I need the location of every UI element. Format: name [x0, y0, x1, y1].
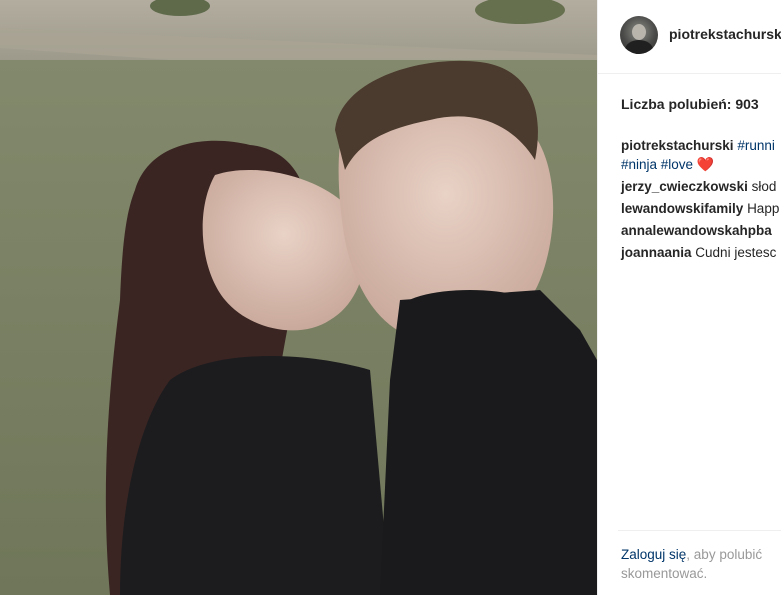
caption: piotrekstachurski #runni — [621, 136, 781, 155]
login-link[interactable]: Zaloguj się — [621, 547, 686, 562]
post-side-panel: piotrekstachurski Liczba polubień: 903 p… — [597, 0, 781, 595]
heart-emoji-icon: ❤️ — [696, 156, 715, 172]
comment-author-link[interactable]: annalewandowskahpba — [621, 223, 772, 238]
comment-text: Cudni jestesc — [695, 245, 777, 260]
comments-list: piotrekstachurski #runni #ninja #love ❤️… — [621, 136, 781, 265]
login-prompt: Zaloguj się, aby polubić skomentować. — [621, 545, 781, 583]
hashtag-link[interactable]: #ninja — [621, 157, 657, 172]
avatar[interactable] — [620, 16, 658, 54]
caption-continued: #ninja #love ❤️ — [621, 155, 781, 174]
hashtag-link[interactable]: #runni — [737, 138, 775, 153]
post-header: piotrekstachurski — [598, 0, 781, 74]
caption-author-link[interactable]: piotrekstachurski — [621, 138, 734, 153]
likes-count: Liczba polubień: 903 — [621, 96, 759, 112]
avatar-face — [632, 24, 646, 40]
comment-author-link[interactable]: jerzy_cwieczkowski — [621, 179, 748, 194]
hashtag-link[interactable]: #love — [661, 157, 693, 172]
login-prompt-text: , aby polubić — [686, 547, 763, 562]
footer-divider — [618, 530, 781, 531]
header-username-link[interactable]: piotrekstachurski — [669, 26, 781, 42]
photo-artwork — [0, 0, 597, 595]
comment-author-link[interactable]: joannaania — [621, 245, 692, 260]
comment-item: lewandowskifamily Happ — [621, 199, 781, 218]
comment-item: annalewandowskahpba — [621, 221, 781, 240]
comment-item: jerzy_cwieczkowski słod — [621, 177, 781, 196]
comment-text: Happ — [747, 201, 780, 216]
avatar-body — [625, 40, 653, 54]
comment-author-link[interactable]: lewandowskifamily — [621, 201, 743, 216]
post-photo — [0, 0, 597, 595]
comment-text: słod — [751, 179, 777, 194]
comment-item: joannaania Cudni jestesc — [621, 243, 781, 262]
login-prompt-text-2: skomentować. — [621, 566, 708, 581]
